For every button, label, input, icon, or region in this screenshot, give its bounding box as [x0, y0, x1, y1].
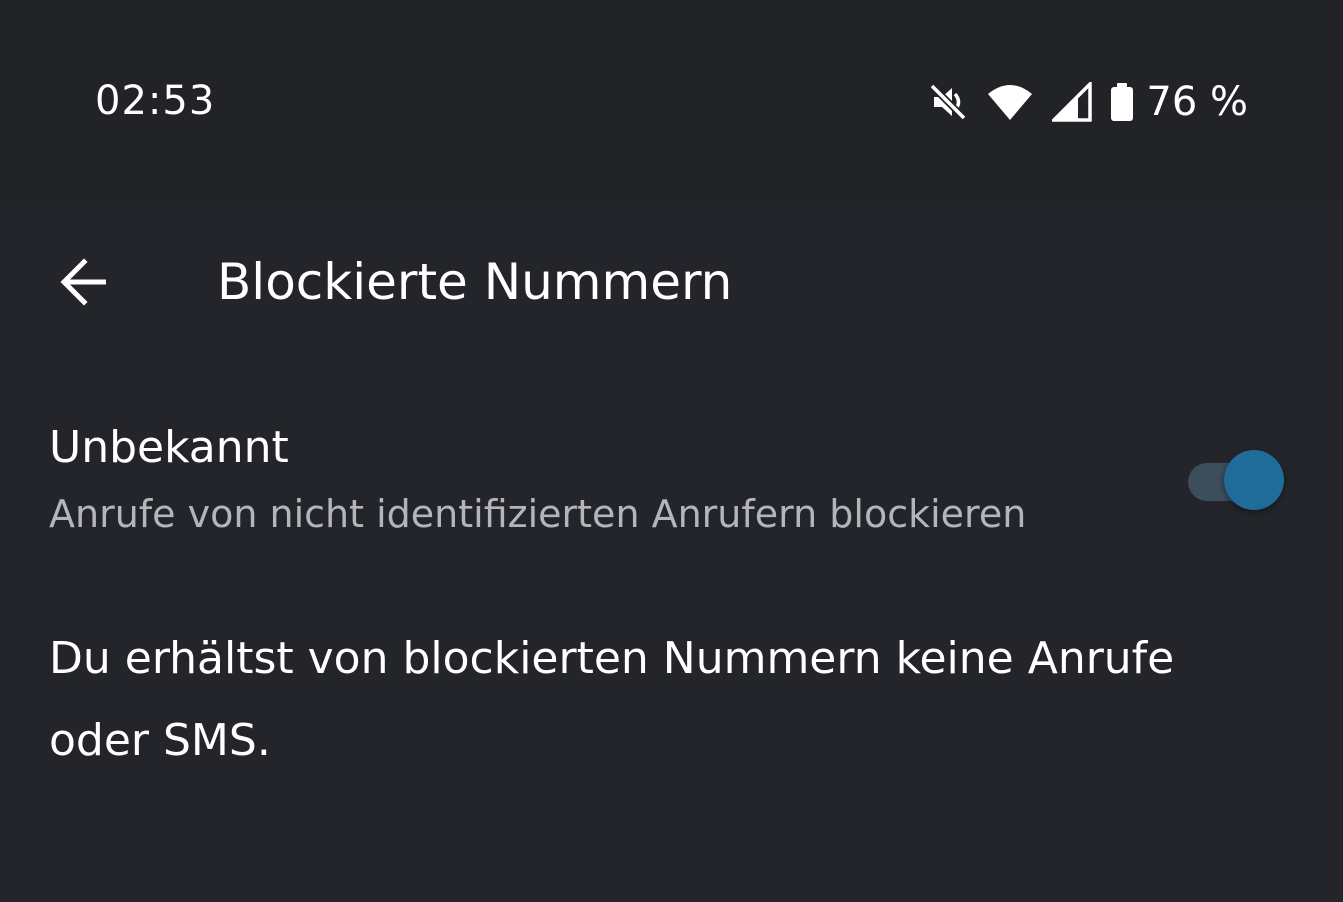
setting-subtitle: Anrufe von nicht identifizierten Anrufer… [49, 492, 1027, 536]
unknown-callers-toggle[interactable] [1188, 450, 1288, 510]
arrow-back-icon [56, 254, 112, 314]
app-bar: Blockierte Nummern [0, 200, 1343, 370]
info-text: Du erhältst von blockierten Nummern kein… [49, 633, 1175, 766]
toggle-thumb [1224, 450, 1284, 510]
battery-icon [1110, 82, 1134, 122]
battery-percentage: 76 % [1146, 79, 1248, 125]
back-button[interactable] [44, 244, 124, 324]
unknown-callers-setting[interactable]: Unbekannt Anrufe von nicht identifiziert… [0, 400, 1343, 560]
status-icons: 76 % [928, 78, 1248, 126]
setting-title: Unbekannt [49, 422, 289, 473]
status-clock: 02:53 [95, 78, 216, 124]
mute-icon [928, 82, 968, 122]
page-title: Blockierte Nummern [217, 253, 733, 311]
status-bar: 02:53 76 % [0, 0, 1343, 200]
cell-signal-icon [1052, 82, 1093, 122]
wifi-icon [986, 82, 1034, 122]
